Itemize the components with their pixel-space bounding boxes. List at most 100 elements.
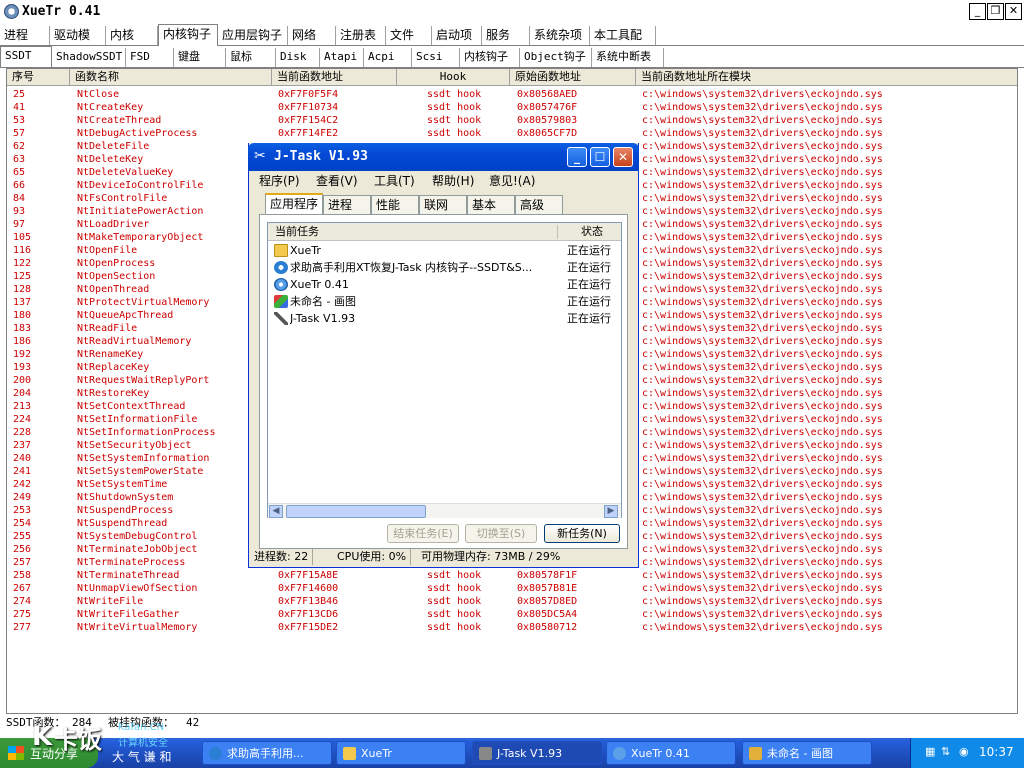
taskbar-item-1[interactable]: XueTr [336,741,466,765]
taskbar-item-4[interactable]: 未命名 - 画图 [742,741,872,765]
top-tab-5[interactable]: 网络 [288,26,336,45]
taskbar-item-0[interactable]: 求助高手利用... [202,741,332,765]
jtask-minimize-button[interactable]: _ [567,147,587,167]
top-tab-6[interactable]: 注册表 [336,26,386,45]
scroll-left-icon[interactable]: ◀ [269,505,283,518]
col-header-0[interactable]: 序号 [7,69,70,86]
sub-tab-6[interactable]: Atapi [320,48,364,67]
menu-item-0[interactable]: 程序(P) [259,173,300,189]
sub-tab-9[interactable]: 内核钩子 [460,48,520,67]
table-row[interactable]: 274 NtWriteFile 0xF7F13B46 ssdt hook 0x8057D… [7,595,1017,608]
table-row[interactable]: 25 NtClose 0xF7F0F5F4 ssdt hook 0x80568AED c:… [7,88,1017,101]
col-header-1[interactable]: 函数名称 [70,69,272,86]
top-tab-2[interactable]: 内核 [106,26,158,45]
col-header-5[interactable]: 当前函数地址所在模块 [636,69,1017,86]
col-current-task[interactable]: 当前任务 [268,223,319,241]
menu-item-2[interactable]: 工具(T) [374,173,415,189]
col-header-2[interactable]: 当前函数地址 [272,69,397,86]
jtask-tab-5[interactable]: 高级 [515,195,563,214]
cell-1: NtOpenSection [77,271,156,282]
jtask-tab-1[interactable]: 进程 [323,195,371,214]
switch-to-button[interactable]: 切换至(S) [465,524,537,543]
volume-icon[interactable]: ◉ [959,746,971,758]
cell-0: 25 [13,89,26,100]
task-row[interactable]: XueTr 正在运行 [268,242,621,259]
jtask-tab-2[interactable]: 性能 [371,195,419,214]
jtask-title-bar[interactable]: ✂ J-Task V1.93 _ ☐ ✕ [248,143,639,171]
cell-1: NtRenameKey [77,349,144,360]
menu-item-4[interactable]: 意见!(A) [489,173,535,189]
col-header-4[interactable]: 原始函数地址 [510,69,636,86]
ie-icon [274,261,288,274]
restore-button[interactable]: ❐ [987,3,1004,20]
cell-5: c:\windows\system32\drivers\eckojndo.sys [642,453,883,464]
close-button[interactable]: ✕ [1005,3,1022,20]
task-row[interactable]: 求助高手利用XT恢复J-Task 内核钩子--SSDT&S... 正在运行 [268,259,621,276]
top-tab-0[interactable]: 进程 [0,26,50,45]
cell-0: 192 [13,349,32,360]
cell-1: NtRequestWaitReplyPort [77,375,210,386]
cell-5: c:\windows\system32\drivers\eckojndo.sys [642,440,883,451]
sub-tab-5[interactable]: Disk [276,48,320,67]
cell-5: c:\windows\system32\drivers\eckojndo.sys [642,310,883,321]
network-icon[interactable]: ⇅ [941,746,953,758]
cell-1: NtSetInformationFile [77,414,198,425]
cell-1: NtReadFile [77,323,138,334]
cell-0: 84 [13,193,26,204]
top-tab-8[interactable]: 启动项 [432,26,482,45]
top-tab-9[interactable]: 服务 [482,26,530,45]
top-tab-10[interactable]: 系统杂项 [530,26,590,45]
top-tab-7[interactable]: 文件 [386,26,432,45]
top-tab-4[interactable]: 应用层钩子 [218,26,288,45]
sub-tab-0[interactable]: SSDT [0,46,52,68]
taskbar-item-3[interactable]: XueTr 0.41 [606,741,736,765]
sub-tab-7[interactable]: Acpi [364,48,412,67]
cell-0: 249 [13,492,32,503]
jtask-tab-4[interactable]: 基本 [467,195,515,214]
new-task-button[interactable]: 新任务(N) [544,524,620,543]
keyboard-icon[interactable]: ▦ [925,746,937,758]
sub-tab-4[interactable]: 鼠标 [226,48,276,67]
end-task-button[interactable]: 结束任务(E) [387,524,459,543]
table-row[interactable]: 258 NtTerminateThread 0xF7F15A8E ssdt hook 0… [7,569,1017,582]
minimize-button[interactable]: _ [969,3,986,20]
task-row[interactable]: XueTr 0.41 正在运行 [268,276,621,293]
table-row[interactable]: 41 NtCreateKey 0xF7F10734 ssdt hook 0x805747… [7,101,1017,114]
taskbar-item-2[interactable]: J-Task V1.93 [472,741,602,765]
task-row[interactable]: 未命名 - 画图 正在运行 [268,293,621,310]
sub-tab-11[interactable]: 系统中断表 [592,48,664,67]
menu-item-3[interactable]: 帮助(H) [432,173,474,189]
jtask-maximize-button[interactable]: ☐ [590,147,610,167]
col-status[interactable]: 状态 [574,223,603,241]
menu-item-1[interactable]: 查看(V) [316,173,358,189]
top-tab-3[interactable]: 内核钩子 [158,24,218,46]
sub-tab-3[interactable]: 键盘 [174,48,226,67]
cell-5: c:\windows\system32\drivers\eckojndo.sys [642,115,883,126]
col-header-3[interactable]: Hook [397,69,510,86]
table-row[interactable]: 53 NtCreateThread 0xF7F154C2 ssdt hook 0x805… [7,114,1017,127]
table-row[interactable]: 277 NtWriteVirtualMemory 0xF7F15DE2 ssdt ho… [7,621,1017,634]
jtask-tab-0[interactable]: 应用程序 [265,193,323,215]
task-row[interactable]: J-Task V1.93 正在运行 [268,310,621,327]
sub-tab-8[interactable]: Scsi [412,48,460,67]
table-row[interactable]: 57 NtDebugActiveProcess 0xF7F14FE2 ssdt hoo… [7,127,1017,140]
cell-4: 0x80578F1F [517,570,578,581]
table-row[interactable]: 267 NtUnmapViewOfSection 0xF7F14600 ssdt ho… [7,582,1017,595]
scroll-thumb[interactable] [286,505,426,518]
cell-3: ssdt hook [427,609,482,620]
sub-tab-10[interactable]: Object钩子 [520,48,592,67]
horizontal-scrollbar[interactable]: ◀ ▶ [268,503,621,518]
scroll-right-icon[interactable]: ▶ [604,505,618,518]
cell-0: 256 [13,544,32,555]
jtask-close-button[interactable]: ✕ [613,147,633,167]
sub-tab-2[interactable]: FSD [126,48,174,67]
sub-tab-1[interactable]: ShadowSSDT [52,48,126,67]
table-row[interactable]: 275 NtWriteFileGather 0xF7F13CD6 ssdt hook 0… [7,608,1017,621]
cell-5: c:\windows\system32\drivers\eckojndo.sys [642,206,883,217]
top-tab-11[interactable]: 本工具配置 [590,26,656,60]
task-name: 未命名 - 画图 [290,295,356,308]
top-tab-1[interactable]: 驱动模块 [50,26,106,60]
jtask-tab-3[interactable]: 联网 [419,195,467,214]
cell-0: 105 [13,232,32,243]
clock: 10:37 [979,745,1014,759]
